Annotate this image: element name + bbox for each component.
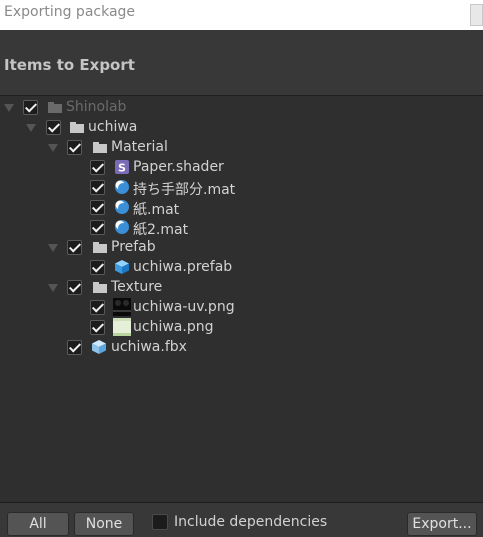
foldout-arrow-icon[interactable] [4, 104, 14, 112]
tree-row-uchiwa-fbx: uchiwa.fbx [0, 338, 483, 358]
tree-row-paper-shader: S Paper.shader [0, 158, 483, 178]
tree-item-label: Material [111, 139, 168, 155]
shader-icon: S [115, 160, 129, 175]
foldout-arrow-icon[interactable] [48, 244, 58, 252]
tree-checkbox[interactable] [67, 340, 82, 355]
tree-row-prefab-folder: Prefab [0, 238, 483, 258]
foldout-arrow-icon[interactable] [48, 284, 58, 292]
tree-row-texture-folder: Texture [0, 278, 483, 298]
page-title: Items to Export [4, 56, 135, 74]
tree-row-uchiwa-prefab: uchiwa.prefab [0, 258, 483, 278]
material-icon [115, 220, 129, 234]
folder-icon [70, 122, 84, 133]
model-icon [92, 340, 106, 354]
footer-bar: All None Include dependencies Export... [0, 502, 483, 537]
tree-checkbox[interactable] [67, 140, 82, 155]
tree-checkbox[interactable] [90, 220, 105, 235]
tree-item-label: uchiwa.prefab [133, 259, 233, 275]
foldout-arrow-icon[interactable] [26, 124, 36, 132]
tree-checkbox[interactable] [67, 280, 82, 295]
folder-icon [48, 102, 62, 113]
header: Items to Export [0, 30, 483, 95]
tree-row-uchiwa: uchiwa [0, 118, 483, 138]
tree-checkbox[interactable] [90, 300, 105, 315]
tree-checkbox[interactable] [90, 160, 105, 175]
tree-checkbox[interactable] [46, 120, 61, 135]
tree-item-label: 紙.mat [133, 202, 180, 218]
tree-item-label: uchiwa.fbx [111, 339, 187, 355]
tree-checkbox[interactable] [23, 100, 38, 115]
export-tree: Shinolab uchiwa Material S Paper.shader … [0, 96, 483, 502]
include-dependencies-label: Include dependencies [174, 514, 328, 530]
tree-item-label: uchiwa [88, 119, 138, 135]
tree-item-label: Shinolab [66, 99, 127, 115]
tree-item-label: Texture [111, 279, 163, 295]
tree-row-uchiwa-png: uchiwa.png [0, 318, 483, 338]
tree-row-material-file: 紙.mat [0, 198, 483, 218]
tree-item-label: uchiwa.png [133, 319, 214, 335]
tree-item-label: 持ち手部分.mat [133, 182, 236, 198]
export-button[interactable]: Export... [407, 512, 477, 536]
prefab-icon [115, 260, 129, 274]
texture-icon [113, 318, 131, 336]
tree-row-shinolab: Shinolab [0, 98, 483, 118]
tree-checkbox[interactable] [90, 320, 105, 335]
foldout-arrow-icon[interactable] [48, 144, 58, 152]
tree-row-uchiwa-uv-png: uchiwa-uv.png [0, 298, 483, 318]
tree-item-label: Prefab [111, 239, 156, 255]
tree-row-material: Material [0, 138, 483, 158]
tree-checkbox[interactable] [90, 180, 105, 195]
select-none-button[interactable]: None [74, 512, 134, 536]
folder-icon [93, 142, 107, 153]
window-title: Exporting package [4, 4, 136, 20]
tree-checkbox[interactable] [90, 260, 105, 275]
material-icon [115, 200, 129, 214]
window-titlebar: Exporting package [0, 0, 483, 30]
tree-checkbox[interactable] [67, 240, 82, 255]
tree-item-label: Paper.shader [133, 159, 224, 175]
svg-text:S: S [118, 162, 126, 175]
close-button[interactable] [470, 4, 483, 26]
tree-row-material-file: 持ち手部分.mat [0, 178, 483, 198]
folder-icon [93, 242, 107, 253]
tree-item-label: uchiwa-uv.png [133, 299, 235, 315]
select-all-button[interactable]: All [7, 512, 69, 536]
tree-checkbox[interactable] [90, 200, 105, 215]
tree-row-material-file: 紙2.mat [0, 218, 483, 238]
folder-icon [93, 282, 107, 293]
texture-icon [113, 298, 131, 316]
material-icon [115, 180, 129, 194]
tree-item-label: 紙2.mat [133, 222, 189, 238]
include-dependencies-checkbox[interactable] [152, 514, 168, 530]
